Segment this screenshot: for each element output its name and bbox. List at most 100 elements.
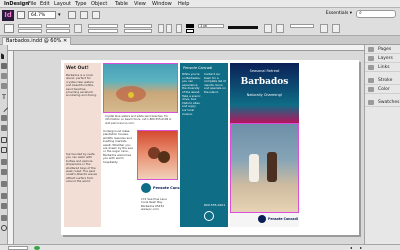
cover-panel[interactable]: Seasonal Retreat Barbados Naturally Char… — [230, 63, 299, 227]
panel-pages[interactable]: Pages — [365, 45, 400, 54]
panel-pages-label: Pages — [378, 47, 392, 52]
stroke-swatch[interactable] — [186, 29, 194, 33]
zoom-field[interactable]: 64.7% — [28, 11, 56, 19]
menu-file[interactable]: File — [28, 0, 36, 8]
tools-panel: T — [0, 45, 9, 244]
panel-color[interactable]: Color — [365, 85, 400, 94]
flip-horizontal-icon[interactable] — [176, 24, 182, 33]
free-transform-tool-icon[interactable] — [1, 169, 7, 175]
teal-flap[interactable]: Pensote Cancadi While you're on Barbados… — [180, 63, 228, 227]
control-bar: Id 64.7% ▾ 1 pt Essentials ▾ ⌕ — [0, 8, 400, 36]
rotate-ccw-icon[interactable] — [166, 24, 172, 33]
search-icon: ⌕ — [359, 10, 362, 16]
rotate-cw-icon[interactable] — [158, 24, 164, 33]
menu-bar: InDesign File Edit Layout Type Object Ta… — [0, 0, 400, 8]
search-input[interactable]: ⌕ — [356, 10, 396, 18]
stroke-type-sample[interactable] — [228, 26, 258, 29]
cover-subtitle: Naturally Charming! — [246, 93, 283, 97]
gradient-tool-icon[interactable] — [1, 181, 7, 187]
gap-tool-icon[interactable] — [1, 83, 7, 89]
direct-selection-tool-icon[interactable] — [1, 63, 7, 69]
close-icon[interactable]: ✕ — [61, 38, 67, 44]
pencil-tool-icon[interactable] — [1, 125, 7, 131]
effects-icon[interactable] — [264, 24, 272, 33]
drop-shadow-icon[interactable] — [276, 24, 284, 33]
arrange-documents-button[interactable] — [92, 11, 100, 19]
cover-logo: Pensote Cancadi — [258, 215, 298, 225]
width-field[interactable] — [46, 24, 70, 28]
workspace-label: Essentials — [325, 11, 349, 16]
y-field[interactable] — [18, 29, 42, 33]
panel-links[interactable]: Links — [365, 63, 400, 72]
company-logo: Pensote Cancadi — [141, 182, 186, 194]
eyedropper-tool-icon[interactable] — [1, 203, 7, 209]
couple-photo[interactable] — [137, 130, 178, 180]
scissors-tool-icon[interactable] — [1, 159, 7, 165]
menu-help[interactable]: Help — [178, 0, 189, 8]
flap-logo-icon — [204, 211, 214, 221]
starfish-icon — [128, 92, 134, 98]
swatches-icon — [368, 100, 374, 105]
menu-window[interactable]: Window — [152, 0, 172, 8]
cover-logo-icon — [258, 215, 266, 223]
rectangle-frame-tool-icon[interactable] — [1, 137, 7, 143]
rotation-field[interactable] — [124, 24, 152, 28]
scale-x-field[interactable] — [88, 24, 118, 28]
page-tool-icon[interactable] — [1, 73, 7, 79]
note-tool-icon[interactable] — [1, 193, 7, 199]
color-icon — [368, 87, 374, 92]
document-tab[interactable]: Barbados.indd @ 60% ✕ — [2, 37, 72, 45]
menu-table[interactable]: Table — [115, 0, 128, 8]
menu-object[interactable]: Object — [91, 0, 107, 8]
rectangle-tool-icon[interactable] — [1, 147, 7, 153]
beach-photo[interactable] — [103, 63, 178, 113]
sidebar-paragraph-2: Surrounded by reefs, you can swim with t… — [66, 153, 97, 184]
view-options-button[interactable] — [68, 11, 76, 19]
hand-tool-icon[interactable] — [1, 215, 7, 221]
bridge-button[interactable] — [17, 11, 25, 19]
menu-view[interactable]: View — [134, 0, 146, 8]
shear-field[interactable] — [124, 29, 152, 33]
scroll-left-icon[interactable]: ◂ — [350, 246, 358, 250]
selection-tool-icon[interactable] — [1, 53, 7, 59]
panel-swatches[interactable]: Swatches — [365, 98, 400, 107]
sidebar-heading: Wet Out! — [66, 66, 89, 71]
reference-point-icon[interactable] — [4, 24, 14, 33]
cover-company-name: Pensote Cancadi — [268, 217, 298, 221]
x-field[interactable] — [18, 24, 42, 28]
screen-mode-button[interactable] — [80, 11, 88, 19]
align-icon[interactable] — [332, 24, 340, 33]
status-bar: ◂ ▸ — [0, 244, 400, 250]
scale-y-field[interactable] — [88, 29, 118, 33]
opacity-field[interactable] — [290, 24, 314, 28]
panel-layers[interactable]: Layers — [365, 54, 400, 63]
brochure-spread[interactable]: Wet Out! Barbados is a coral island, per… — [61, 60, 359, 235]
workspace-switcher[interactable]: Essentials ▾ — [308, 10, 352, 18]
document-tab-label: Barbados.indd @ 60% — [6, 38, 62, 44]
type-tool-icon[interactable]: T — [1, 95, 7, 101]
cover-header: Seasonal Retreat Barbados Naturally Char… — [230, 63, 299, 123]
fill-swatch[interactable] — [186, 24, 194, 28]
sidebar-panel[interactable]: Wet Out! Barbados is a coral island, per… — [64, 63, 101, 227]
cover-top-label: Seasonal Retreat — [249, 69, 280, 73]
pen-tool-icon[interactable] — [1, 115, 7, 121]
constrain-proportions-icon[interactable] — [74, 24, 82, 33]
scroll-right-icon[interactable]: ▸ — [360, 246, 368, 250]
zoom-tool-icon[interactable] — [1, 225, 7, 231]
panel-stroke[interactable]: Stroke — [365, 76, 400, 85]
mid-column-text: Underground lakes, plantation houses, wi… — [103, 130, 133, 164]
menu-type[interactable]: Type — [75, 0, 86, 8]
text-wrap-icon[interactable] — [320, 24, 328, 33]
line-tool-icon[interactable] — [0, 103, 9, 113]
sidebar-paragraph-1: Barbados is a coral island, perfect for … — [66, 74, 97, 98]
cover-photo[interactable] — [230, 123, 299, 213]
menu-layout[interactable]: Layout — [54, 0, 71, 8]
cover-photo-detail — [249, 154, 259, 182]
menu-indesign[interactable]: InDesign — [4, 0, 29, 8]
chevron-down-icon[interactable]: ▾ — [58, 11, 64, 19]
stroke-weight-field[interactable]: 1 pt — [198, 24, 224, 28]
page-number-field[interactable] — [8, 246, 28, 250]
menu-edit[interactable]: Edit — [40, 0, 50, 8]
stroke-icon — [368, 78, 374, 83]
height-field[interactable] — [46, 29, 70, 33]
